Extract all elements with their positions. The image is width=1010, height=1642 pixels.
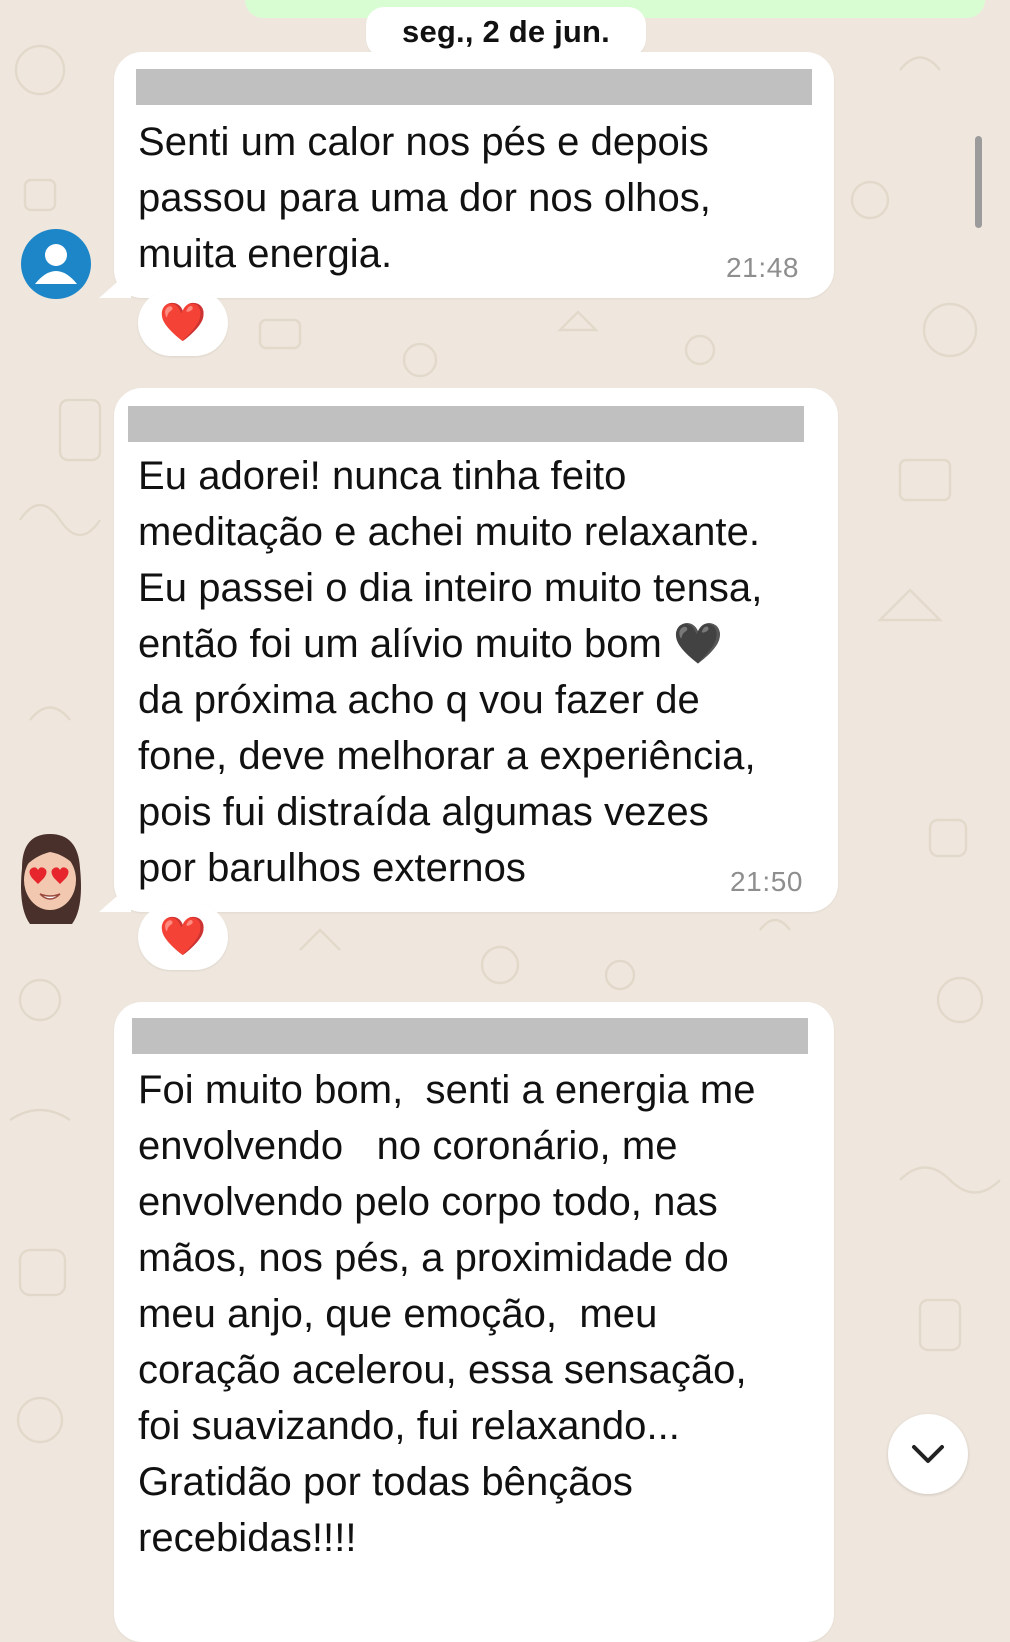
heart-reaction-icon: ❤️ xyxy=(159,916,207,958)
chevron-down-icon xyxy=(912,1445,944,1463)
message-timestamp: 21:48 xyxy=(726,252,800,283)
redacted-sender-name xyxy=(128,406,804,442)
message-bubble[interactable]: Senti um calor nos pés e depois passou p… xyxy=(114,52,834,298)
memoji-avatar-icon[interactable] xyxy=(4,828,96,926)
message-bubble[interactable]: Eu adorei! nunca tinha feito meditação e… xyxy=(114,388,838,912)
scroll-indicator[interactable] xyxy=(975,136,982,228)
message-bubble[interactable]: Foi muito bom, senti a energia me envolv… xyxy=(114,1002,834,1642)
redacted-sender-name xyxy=(136,69,812,105)
reaction-badge[interactable]: ❤️ xyxy=(138,904,228,970)
scroll-to-bottom-button[interactable] xyxy=(888,1414,968,1494)
person-avatar-icon[interactable] xyxy=(20,228,92,300)
heart-reaction-icon: ❤️ xyxy=(159,302,207,344)
message-text: Foi muito bom, senti a energia me envolv… xyxy=(138,1068,756,1560)
message-timestamp: 21:50 xyxy=(730,866,804,897)
date-separator: seg., 2 de jun. xyxy=(366,7,646,57)
message-text: Senti um calor nos pés e depois passou p… xyxy=(138,120,711,276)
reaction-badge[interactable]: ❤️ xyxy=(138,290,228,356)
message-text: Eu adorei! nunca tinha feito meditação e… xyxy=(138,454,763,890)
redacted-sender-name xyxy=(132,1018,808,1054)
